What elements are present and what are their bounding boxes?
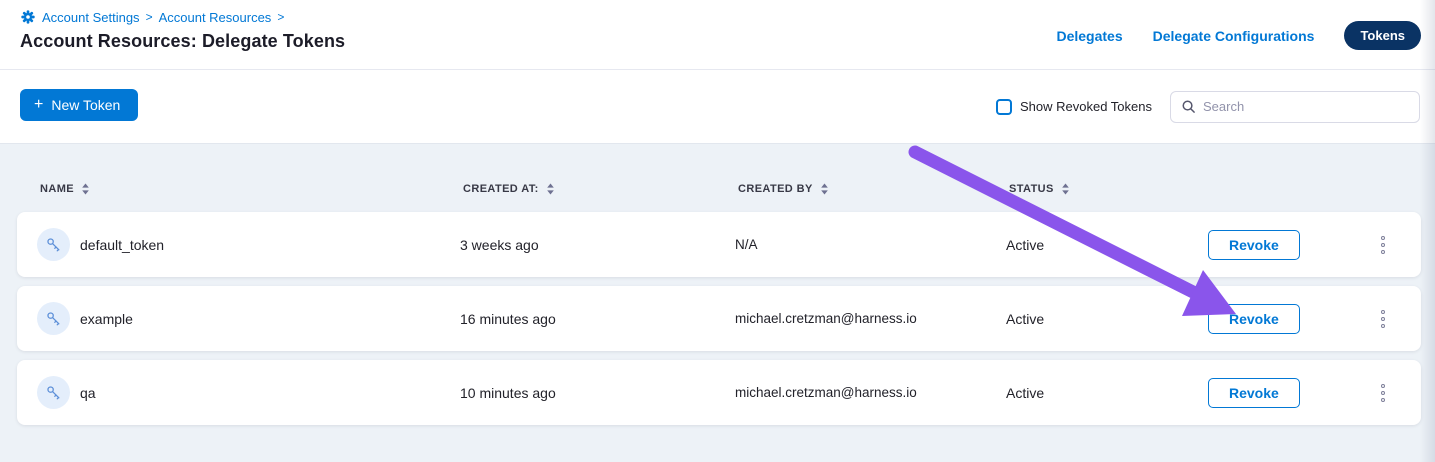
column-header-status[interactable]: STATUS (1009, 183, 1211, 195)
column-header-name[interactable]: NAME (20, 183, 463, 195)
token-status: Active (1006, 311, 1208, 327)
sort-icon[interactable] (546, 183, 555, 195)
token-key-icon (37, 302, 70, 335)
search-input[interactable] (1203, 99, 1409, 114)
breadcrumb-link-account-resources[interactable]: Account Resources (159, 10, 272, 25)
token-created-at: 3 weeks ago (460, 237, 735, 253)
nav-link-delegates[interactable]: Delegates (1056, 28, 1122, 44)
token-key-icon (37, 376, 70, 409)
token-table: NAME CREATED AT: CREATED BY STATUS (0, 143, 1435, 462)
show-revoked-checkbox[interactable] (996, 99, 1012, 115)
revoke-button[interactable]: Revoke (1208, 230, 1300, 260)
column-header-created-by-label: CREATED BY (738, 183, 813, 195)
table-row: example 16 minutes ago michael.cretzman@… (17, 286, 1421, 351)
column-header-created-at[interactable]: CREATED AT: (463, 183, 738, 195)
table-body: default_token 3 weeks ago N/A Active Rev… (17, 212, 1421, 425)
column-header-created-at-label: CREATED AT: (463, 183, 539, 195)
sort-icon[interactable] (81, 183, 90, 195)
revoke-button[interactable]: Revoke (1208, 378, 1300, 408)
breadcrumb-separator: > (277, 10, 284, 24)
token-name: default_token (80, 237, 164, 253)
token-name: qa (80, 385, 96, 401)
kebab-menu-icon[interactable] (1377, 232, 1389, 258)
table-row: default_token 3 weeks ago N/A Active Rev… (17, 212, 1421, 277)
token-name: example (80, 311, 133, 327)
column-header-created-by[interactable]: CREATED BY (738, 183, 1009, 195)
kebab-menu-icon[interactable] (1377, 380, 1389, 406)
table-header-row: NAME CREATED AT: CREATED BY STATUS (17, 171, 1421, 207)
show-revoked-label[interactable]: Show Revoked Tokens (1020, 99, 1152, 114)
sort-icon[interactable] (1061, 183, 1070, 195)
settings-gear-icon (20, 9, 36, 25)
plus-icon: + (34, 97, 43, 113)
nav-link-delegate-configurations[interactable]: Delegate Configurations (1153, 28, 1315, 44)
show-revoked-toggle[interactable]: Show Revoked Tokens (996, 99, 1152, 115)
new-token-button[interactable]: + New Token (20, 89, 138, 121)
nav-pill-tokens[interactable]: Tokens (1344, 21, 1421, 50)
breadcrumb-separator: > (146, 10, 153, 24)
token-status: Active (1006, 385, 1208, 401)
token-created-at: 10 minutes ago (460, 385, 735, 401)
column-header-name-label: NAME (40, 183, 74, 195)
token-created-by: michael.cretzman@harness.io (735, 311, 1006, 326)
token-status: Active (1006, 237, 1208, 253)
breadcrumb-link-account-settings[interactable]: Account Settings (42, 10, 140, 25)
token-created-by: michael.cretzman@harness.io (735, 385, 1006, 400)
token-created-at: 16 minutes ago (460, 311, 735, 327)
search-icon (1181, 99, 1196, 114)
new-token-button-label: New Token (51, 97, 120, 113)
token-key-icon (37, 228, 70, 261)
toolbar: + New Token Show Revoked Tokens (0, 70, 1435, 143)
header-nav: Delegates Delegate Configurations Tokens (1056, 21, 1421, 50)
kebab-menu-icon[interactable] (1377, 306, 1389, 332)
column-header-status-label: STATUS (1009, 183, 1054, 195)
sort-icon[interactable] (820, 183, 829, 195)
revoke-button[interactable]: Revoke (1208, 304, 1300, 334)
token-created-by: N/A (735, 237, 1006, 252)
toolbar-right: Show Revoked Tokens (996, 70, 1420, 143)
page-header: Account Settings > Account Resources > A… (0, 0, 1435, 70)
table-row: qa 10 minutes ago michael.cretzman@harne… (17, 360, 1421, 425)
search-box[interactable] (1170, 91, 1420, 123)
